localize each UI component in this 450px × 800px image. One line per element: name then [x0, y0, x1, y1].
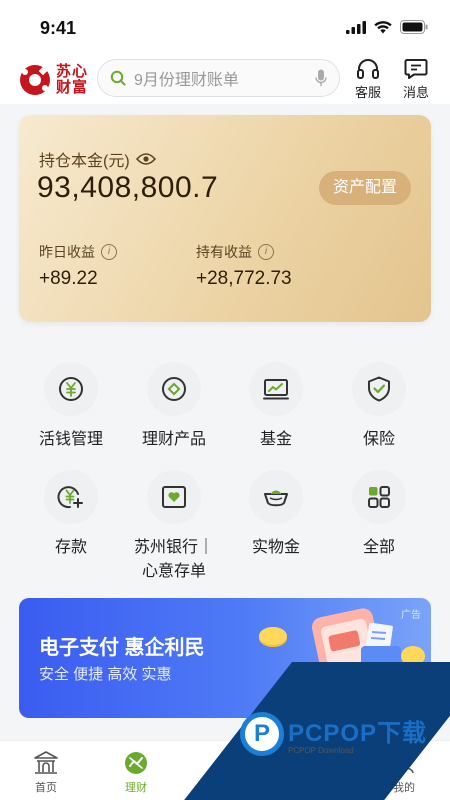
search-placeholder: 9月份理财账单 [134, 72, 239, 89]
home-pavilion-icon [34, 751, 58, 774]
bank-logo-icon [20, 65, 50, 95]
gold-ingot-icon [249, 470, 303, 524]
tab-wealth[interactable]: 理财 [106, 749, 166, 795]
messages-label: 消息 [402, 85, 429, 100]
yuan-coin-icon [44, 362, 98, 416]
info-icon[interactable]: i [101, 244, 117, 260]
logo-line1: 苏心 [56, 63, 89, 80]
tab-label: 首页 [35, 782, 57, 794]
headset-icon [357, 59, 379, 79]
wifi-icon [374, 20, 392, 33]
principal-label: 持仓本金(元) [39, 153, 130, 170]
menu-item-all[interactable]: 全部 [327, 470, 431, 560]
tab-home[interactable]: 首页 [16, 749, 76, 795]
menu-item-label: 存款 [54, 539, 87, 556]
menu-item-label: 全部 [362, 539, 395, 556]
menu-item-label: 保险 [362, 431, 395, 448]
bank-logo-text: 苏心 财富 [56, 64, 88, 96]
holding-earnings-label: 持有收益 [196, 244, 252, 260]
watermark-p-icon: P [240, 712, 284, 756]
menu-item-cash-management[interactable]: 活钱管理 [19, 362, 123, 452]
menu-item-insurance[interactable]: 保险 [327, 362, 431, 452]
banner-subtitle: 安全 便捷 高效 实惠 [39, 666, 172, 683]
holding-earnings-value: +28,772.73 [196, 268, 292, 289]
customer-service-label: 客服 [354, 85, 381, 100]
status-time: 9:41 [40, 18, 77, 38]
menu-item-funds[interactable]: 基金 [224, 362, 328, 452]
menu-item-deposits[interactable]: 存款 [19, 470, 123, 560]
message-icon [404, 59, 428, 79]
messages-button[interactable]: 消息 [396, 58, 436, 101]
grid-all-icon [352, 470, 406, 524]
logo-line2: 财富 [56, 79, 89, 96]
asset-summary-card[interactable]: 持仓本金(元) 93,408,800.7 资产配置 昨日收益 i +89.22 … [19, 115, 431, 322]
menu-item-label: 基金 [259, 431, 292, 448]
holding-earnings-label-row: 持有收益 i [196, 242, 274, 262]
watermark-brand: PCPOP下载 [288, 720, 428, 747]
search-bar[interactable]: 9月份理财账单 [97, 59, 340, 97]
search-icon [110, 70, 126, 86]
tab-label: 理财 [125, 782, 147, 794]
menu-item-label-line1: 苏州银行｜ [133, 539, 214, 556]
menu-item-physical-gold[interactable]: 实物金 [224, 470, 328, 560]
menu-item-label: 实物金 [251, 539, 300, 556]
yuan-plus-icon [44, 470, 98, 524]
heart-certificate-icon [147, 470, 201, 524]
yesterday-earnings-value: +89.22 [39, 268, 98, 289]
monitor-chart-icon [249, 362, 303, 416]
menu-item-label-line2: 心意存单 [141, 563, 206, 580]
asset-allocation-button[interactable]: 资产配置 [318, 171, 411, 205]
watermark-sub: PCPOP Download [288, 746, 354, 755]
watermark-text: PCPOP下载 PCPOP Download [288, 713, 427, 755]
bank-logo[interactable]: 苏心 财富 [18, 60, 94, 100]
watermark-logo: P PCPOP下载 PCPOP Download [240, 712, 427, 756]
info-icon[interactable]: i [258, 244, 274, 260]
status-icons [346, 20, 428, 34]
yesterday-earnings-label: 昨日收益 [39, 244, 95, 260]
battery-icon [400, 20, 428, 34]
microphone-icon[interactable] [315, 69, 327, 87]
eye-icon[interactable] [135, 152, 156, 166]
menu-item-wealth-products[interactable]: 理财产品 [122, 362, 226, 452]
customer-service-button[interactable]: 客服 [348, 58, 388, 101]
menu-item-label: 苏州银行｜ 心意存单 [134, 536, 214, 584]
banner-title: 电子支付 惠企利民 [39, 637, 205, 659]
status-bar: 9:41 [0, 0, 450, 56]
wealth-active-icon [125, 752, 147, 774]
principal-amount: 93,408,800.7 [37, 171, 219, 204]
menu-item-label: 活钱管理 [38, 431, 103, 448]
principal-label-row: 持仓本金(元) [39, 147, 156, 171]
shield-check-icon [352, 362, 406, 416]
diamond-coin-icon [147, 362, 201, 416]
signal-icon [346, 20, 366, 34]
yesterday-earnings-label-row: 昨日收益 i [39, 242, 117, 262]
top-header: 苏心 财富 9月份理财账单 客服 消息 [0, 56, 450, 104]
menu-item-label: 理财产品 [141, 431, 206, 448]
menu-item-suzhou-bank-deposit[interactable]: 苏州银行｜ 心意存单 [122, 470, 226, 584]
